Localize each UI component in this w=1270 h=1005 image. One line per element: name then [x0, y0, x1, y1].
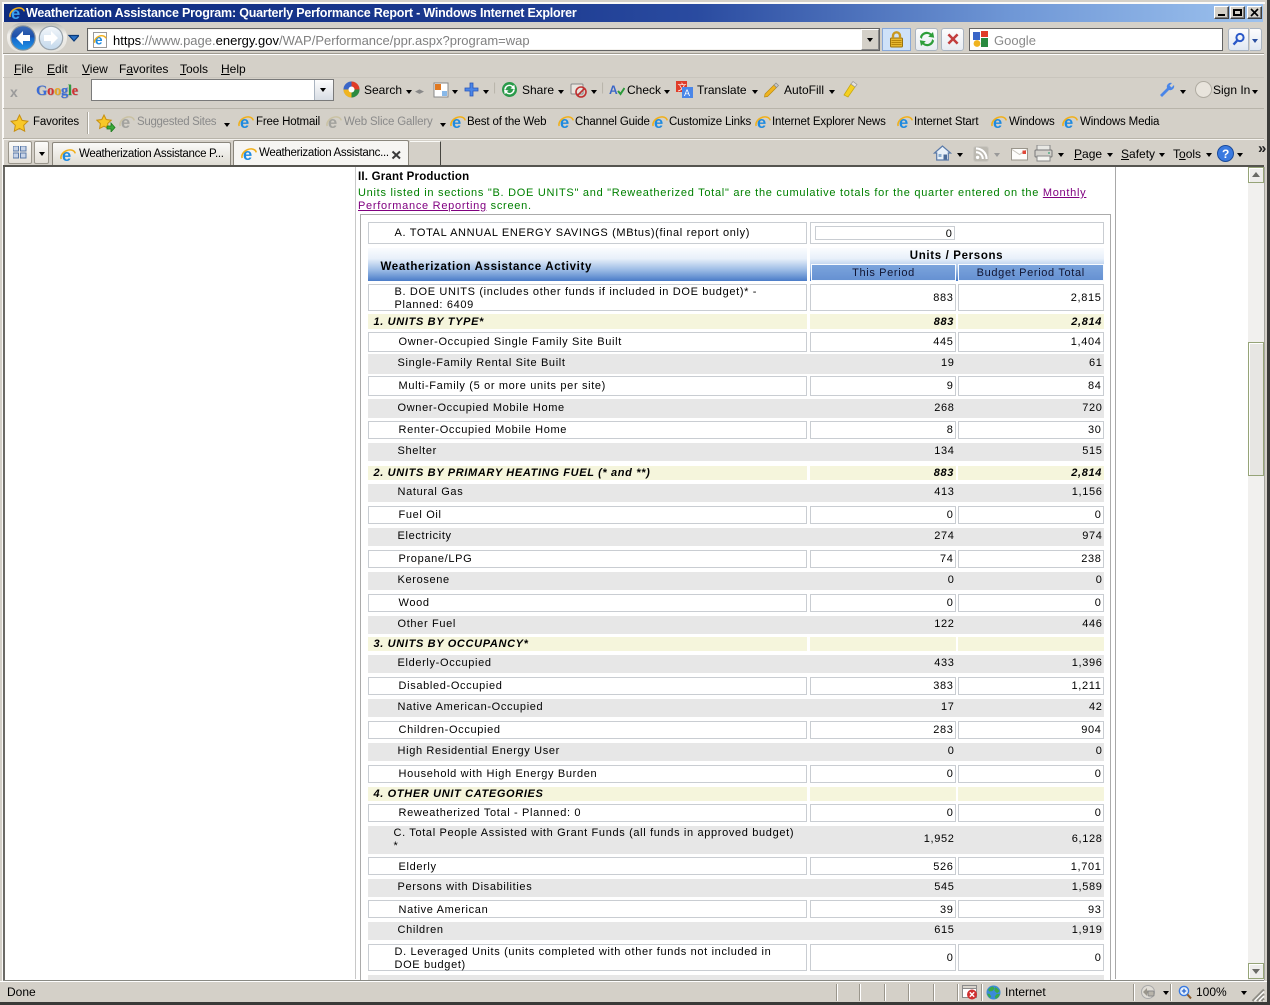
svg-text:?: ? — [1222, 147, 1229, 161]
svg-text:e: e — [95, 33, 103, 48]
svg-text:A: A — [609, 83, 618, 97]
svg-text:A: A — [684, 88, 690, 98]
